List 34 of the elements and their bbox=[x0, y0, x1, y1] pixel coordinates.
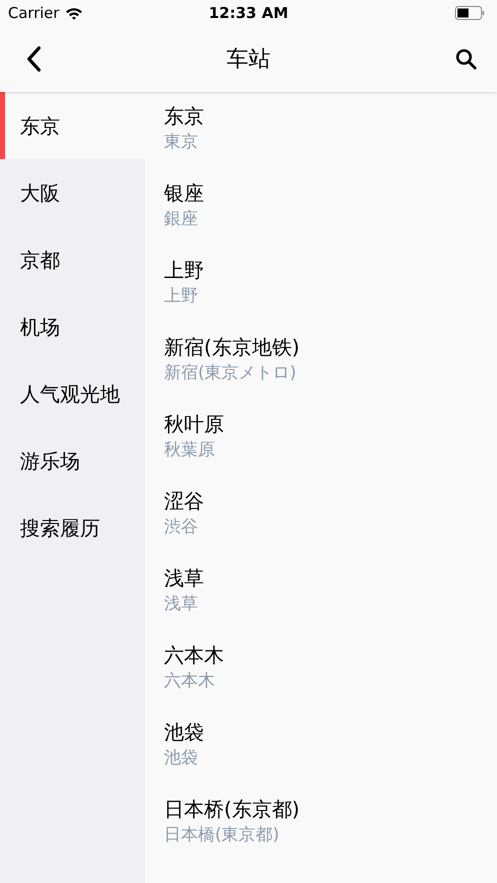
station-subtitle: 日本橋(東京都) bbox=[164, 824, 280, 847]
station-name[interactable]: 涩谷 bbox=[164, 487, 204, 515]
station-subtitle: 渋谷 bbox=[164, 516, 198, 539]
station-subtitle: 銀座 bbox=[164, 208, 198, 231]
station-name[interactable]: 上野 bbox=[164, 256, 204, 284]
station-subtitle: 浅草 bbox=[164, 593, 198, 616]
category-item[interactable]: 搜索履历 bbox=[0, 494, 145, 561]
category-item[interactable]: 游乐场 bbox=[0, 427, 145, 494]
station-name[interactable]: 池袋 bbox=[164, 718, 204, 746]
search-icon bbox=[455, 48, 477, 70]
category-item[interactable]: 机场 bbox=[0, 293, 145, 360]
carrier-label: Carrier bbox=[8, 2, 60, 24]
station-name[interactable]: 新宿(东京地铁) bbox=[164, 333, 300, 361]
station-name[interactable]: 日本桥(东京都) bbox=[164, 795, 300, 823]
category-item[interactable]: 东京 bbox=[0, 92, 145, 159]
category-item[interactable]: 人气观光地 bbox=[0, 360, 145, 427]
station-subtitle: 池袋 bbox=[164, 747, 198, 770]
wifi-icon bbox=[65, 6, 84, 20]
station-name[interactable]: 银座 bbox=[164, 179, 204, 207]
station-subtitle: 秋葉原 bbox=[164, 439, 215, 462]
clock-time: 12:33 AM bbox=[208, 2, 288, 24]
station-subtitle: 六本木 bbox=[164, 670, 215, 693]
battery-icon bbox=[455, 6, 485, 20]
category-item[interactable]: 京都 bbox=[0, 226, 145, 293]
station-name[interactable]: 六本木 bbox=[164, 641, 224, 669]
back-chevron-icon bbox=[26, 46, 42, 72]
station-name[interactable]: 浅草 bbox=[164, 564, 204, 592]
category-item[interactable]: 大阪 bbox=[0, 159, 145, 226]
station-subtitle: 東京 bbox=[164, 131, 198, 154]
station-subtitle: 上野 bbox=[164, 285, 198, 308]
station-subtitle: 新宿(東京メトロ) bbox=[164, 362, 296, 385]
station-name[interactable]: 秋叶原 bbox=[164, 410, 224, 438]
station-name[interactable]: 东京 bbox=[164, 102, 204, 130]
page-title: 车站 bbox=[226, 46, 270, 74]
